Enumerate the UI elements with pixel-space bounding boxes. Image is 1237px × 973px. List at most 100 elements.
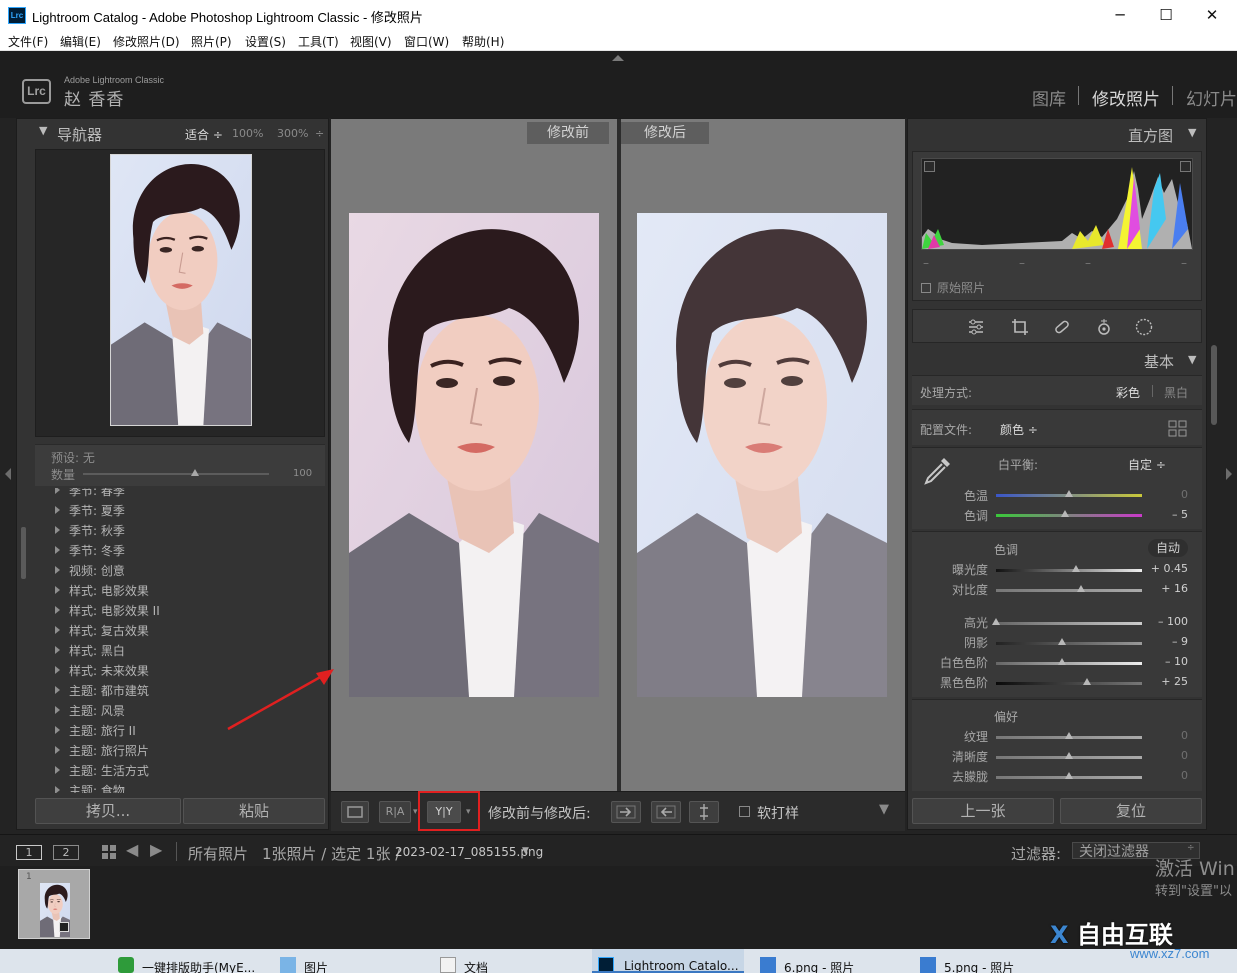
zoom-fit[interactable]: 适合 ÷ xyxy=(185,126,223,143)
expand-triangle-icon[interactable] xyxy=(55,786,60,793)
preset-item[interactable]: 样式: 复古效果 xyxy=(55,622,149,639)
collapse-triangle-icon[interactable]: ▼ xyxy=(39,124,47,137)
top-panel-toggle-icon[interactable] xyxy=(612,55,624,61)
shadow-clipping-icon[interactable] xyxy=(924,161,935,172)
after-photo[interactable] xyxy=(637,213,887,697)
navigator-title[interactable]: 导航器 xyxy=(57,124,102,145)
taskbar-item-lightroom[interactable]: Lightroom Catalo... xyxy=(592,949,744,973)
basic-title[interactable]: 基本 xyxy=(1144,351,1174,372)
preset-item[interactable]: 主题: 旅行 II xyxy=(55,722,136,739)
shadows-slider-track[interactable] xyxy=(996,642,1142,645)
tint-value[interactable]: – 5 xyxy=(1148,508,1188,521)
exposure-slider-track[interactable] xyxy=(996,569,1142,572)
highlight-clipping-icon[interactable] xyxy=(1180,161,1191,172)
original-photo-checkbox[interactable] xyxy=(921,283,931,293)
filmstrip-thumbnail[interactable]: 1 xyxy=(18,869,90,939)
before-photo[interactable] xyxy=(349,213,599,697)
contrast-slider-thumb[interactable] xyxy=(1076,585,1085,592)
texture-slider-thumb[interactable] xyxy=(1065,732,1073,739)
preset-item[interactable]: 主题: 食物 xyxy=(55,782,125,793)
contrast-slider-track[interactable] xyxy=(996,589,1142,592)
expand-triangle-icon[interactable] xyxy=(55,488,60,494)
expand-triangle-icon[interactable] xyxy=(55,746,60,754)
highlights-slider-thumb[interactable] xyxy=(992,618,1000,625)
menu-photo[interactable]: 照片(P) xyxy=(191,33,232,50)
taskbar-item-photo-5[interactable]: 5.png - 照片 xyxy=(920,949,1070,973)
reset-button[interactable]: 复位 xyxy=(1060,798,1202,824)
highlights-slider-track[interactable] xyxy=(996,622,1142,625)
menu-edit[interactable]: 编辑(E) xyxy=(60,33,101,50)
shadows-slider-thumb[interactable] xyxy=(1058,638,1067,645)
contrast-value[interactable]: + 16 xyxy=(1148,582,1188,595)
blacks-slider-thumb[interactable] xyxy=(1083,678,1092,685)
crop-icon[interactable] xyxy=(1011,318,1029,336)
preset-item[interactable]: 主题: 都市建筑 xyxy=(55,682,149,699)
profile-browser-icon[interactable] xyxy=(1168,420,1188,441)
preset-item[interactable]: 季节: 夏季 xyxy=(55,502,125,519)
collapse-triangle-icon[interactable]: ▼ xyxy=(1188,353,1196,366)
expand-triangle-icon[interactable] xyxy=(55,586,60,594)
menu-develop[interactable]: 修改照片(D) xyxy=(113,33,180,50)
expand-triangle-icon[interactable] xyxy=(55,506,60,514)
dehaze-value[interactable]: 0 xyxy=(1148,769,1188,782)
exposure-value[interactable]: + 0.45 xyxy=(1148,562,1188,575)
preset-item[interactable]: 主题: 风景 xyxy=(55,702,125,719)
eyedropper-icon[interactable] xyxy=(922,454,954,489)
whites-slider-track[interactable] xyxy=(996,662,1142,665)
preset-item[interactable]: 样式: 未来效果 xyxy=(55,662,149,679)
filename-dropdown-icon[interactable]: ▼ xyxy=(522,846,529,856)
module-slideshow[interactable]: 幻灯片 xyxy=(1186,85,1237,110)
tint-slider-thumb[interactable] xyxy=(1061,510,1070,517)
paste-settings-button[interactable]: 粘贴 xyxy=(183,798,325,824)
blacks-slider-track[interactable] xyxy=(996,682,1142,685)
minimize-button[interactable]: ─ xyxy=(1097,0,1143,31)
masking-icon[interactable] xyxy=(1135,318,1153,336)
menu-settings[interactable]: 设置(S) xyxy=(245,33,286,50)
expand-triangle-icon[interactable] xyxy=(55,526,60,534)
menu-view[interactable]: 视图(V) xyxy=(350,33,392,50)
exposure-slider-thumb[interactable] xyxy=(1071,565,1080,572)
clarity-slider-thumb[interactable] xyxy=(1065,752,1073,759)
close-button[interactable]: ✕ xyxy=(1189,0,1235,31)
left-panel-toggle-icon[interactable] xyxy=(5,468,11,480)
expand-triangle-icon[interactable] xyxy=(55,726,60,734)
preset-item[interactable]: 主题: 生活方式 xyxy=(55,762,149,779)
blacks-value[interactable]: + 25 xyxy=(1148,675,1188,688)
left-scrollbar[interactable] xyxy=(21,527,26,579)
preset-item[interactable]: 季节: 春季 xyxy=(55,488,125,499)
preset-item[interactable]: 主题: 旅行照片 xyxy=(55,742,149,759)
taskbar-item-layout-helper[interactable]: 一键排版助手(MyE... xyxy=(118,949,268,973)
zoom-100[interactable]: 100% xyxy=(232,127,263,140)
profile-select[interactable]: 颜色 ÷ xyxy=(1000,421,1038,438)
view-menu-icon[interactable]: ▾ xyxy=(413,807,418,817)
shadows-value[interactable]: – 9 xyxy=(1148,635,1188,648)
copy-settings-button[interactable]: 拷贝... xyxy=(35,798,181,824)
back-arrow-icon[interactable]: ◀ xyxy=(126,840,138,859)
wb-select[interactable]: 自定 ÷ xyxy=(1128,456,1166,473)
expand-triangle-icon[interactable] xyxy=(55,626,60,634)
menu-tools[interactable]: 工具(T) xyxy=(298,33,339,50)
highlights-value[interactable]: – 100 xyxy=(1148,615,1188,628)
taskbar-item-pictures[interactable]: 图片 xyxy=(280,949,410,973)
previous-button[interactable]: 上一张 xyxy=(912,798,1054,824)
temp-value[interactable]: 0 xyxy=(1148,488,1188,501)
filename-label[interactable]: 2023-02-17_085155.png xyxy=(395,845,543,859)
sliders-icon[interactable] xyxy=(967,318,985,336)
preset-item[interactable]: 样式: 电影效果 II xyxy=(55,602,160,619)
source-label[interactable]: 所有照片 xyxy=(188,843,248,864)
preset-item[interactable]: 季节: 冬季 xyxy=(55,542,125,559)
preset-item[interactable]: 视频: 创意 xyxy=(55,562,125,579)
clarity-value[interactable]: 0 xyxy=(1148,749,1188,762)
collapse-triangle-icon[interactable]: ▼ xyxy=(1188,126,1196,139)
menu-window[interactable]: 窗口(W) xyxy=(404,33,449,50)
copy-before-to-after-button[interactable] xyxy=(611,801,641,823)
preset-item[interactable]: 样式: 黑白 xyxy=(55,642,125,659)
expand-triangle-icon[interactable] xyxy=(55,566,60,574)
copy-after-to-before-button[interactable] xyxy=(651,801,681,823)
secondary-window-button[interactable]: 2 xyxy=(53,845,79,860)
right-panel-toggle-icon[interactable] xyxy=(1226,468,1232,480)
loupe-view-button[interactable] xyxy=(341,801,369,823)
primary-window-button[interactable]: 1 xyxy=(16,845,42,860)
amount-slider-thumb[interactable] xyxy=(190,469,199,476)
expand-triangle-icon[interactable] xyxy=(55,706,60,714)
